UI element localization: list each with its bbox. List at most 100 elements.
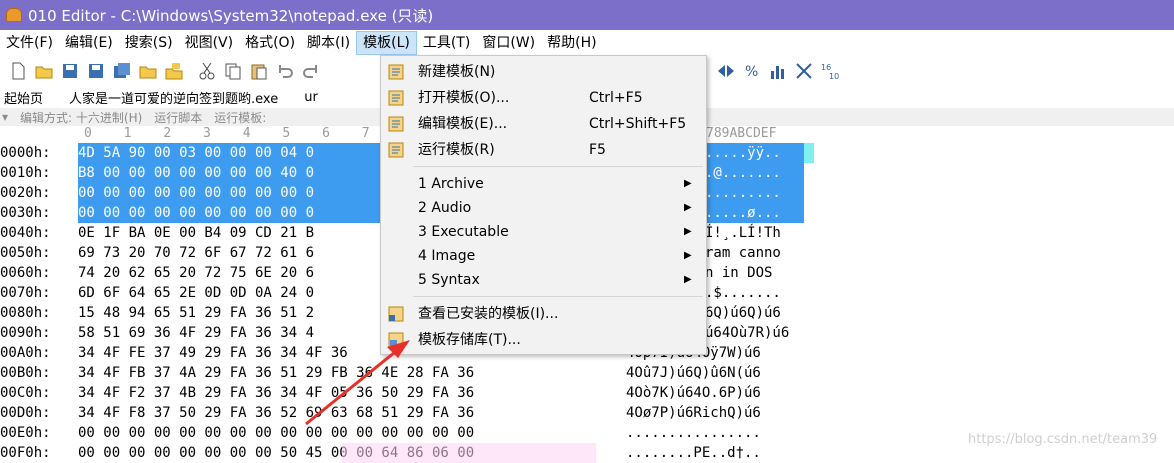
menu-file[interactable]: 文件(F) xyxy=(0,31,59,55)
row-bytes[interactable]: 34 4F F2 37 4B 29 FA 36 34 4F 05 36 50 2… xyxy=(78,383,618,403)
paste-icon[interactable] xyxy=(249,61,269,81)
tab-third[interactable]: ur xyxy=(300,90,322,105)
menu-separator xyxy=(413,296,703,297)
row-ascii[interactable]: .$....... xyxy=(705,283,885,303)
row-address: 00C0h: xyxy=(0,385,51,401)
row-ascii[interactable]: ........PE..d†.. xyxy=(626,443,806,463)
menu-item-installed-templates[interactable]: 查看已安装的模板(I)... xyxy=(381,302,706,326)
row-bytes[interactable]: 00 00 00 00 00 00 00 00 00 0 xyxy=(78,183,384,203)
workspace-icon[interactable] xyxy=(164,61,184,81)
copy-icon[interactable] xyxy=(223,61,243,81)
menu-item-image[interactable]: 4 Image ▶ xyxy=(381,244,706,268)
row-ascii[interactable]: 4Oû7J)ú6Q)û6N(ú6 xyxy=(626,363,806,383)
row-address: 00F0h: xyxy=(0,445,51,461)
row-bytes[interactable]: 00 00 00 00 00 00 00 00 00 0 xyxy=(78,203,384,223)
hex-row: 00B0h: 34 4F FB 37 4A 29 FA 36 51 29 FB … xyxy=(0,363,1174,383)
compare-icon[interactable] xyxy=(716,61,736,81)
menu-item-archive[interactable]: 1 Archive ▶ xyxy=(381,172,706,196)
menu-item-label: 模板存储库(T)... xyxy=(418,332,521,348)
edit-mode-selector[interactable]: 编辑方式: 十六进制(H) xyxy=(20,109,142,126)
menu-view[interactable]: 视图(V) xyxy=(179,31,240,55)
menu-item-label: 打开模板(O)... xyxy=(418,90,510,106)
base-convert-icon[interactable]: 16 10 xyxy=(820,61,840,81)
open-file-icon[interactable] xyxy=(34,61,54,81)
menu-item-shortcut: Ctrl+Shift+F5 xyxy=(589,116,687,132)
run-template-button[interactable]: 运行模板: xyxy=(214,109,266,126)
template-icon xyxy=(387,141,405,159)
row-bytes[interactable]: B8 00 00 00 00 00 00 00 40 0 xyxy=(78,163,384,183)
template-icon xyxy=(387,115,405,133)
row-ascii[interactable]: ................ xyxy=(626,423,806,443)
row-address: 0040h: xyxy=(0,225,51,241)
row-ascii[interactable]: .....ÿÿ.. xyxy=(705,143,804,163)
save-as-icon[interactable] xyxy=(86,61,106,81)
row-address: 00D0h: xyxy=(0,405,51,421)
row-ascii[interactable]: n in DOS xyxy=(705,263,885,283)
histogram-icon[interactable] xyxy=(768,61,788,81)
row-address: 0030h: xyxy=(0,205,51,221)
menu-format[interactable]: 格式(O) xyxy=(239,31,301,55)
menu-item-audio[interactable]: 2 Audio ▶ xyxy=(381,196,706,220)
row-ascii[interactable]: 4Oø7P)ú6RichQ)ú6 xyxy=(626,403,806,423)
menu-window[interactable]: 窗口(W) xyxy=(476,31,541,55)
cut-icon[interactable] xyxy=(197,61,217,81)
menu-item-open-template[interactable]: 打开模板(O)... Ctrl+F5 xyxy=(381,86,706,110)
row-bytes[interactable]: 00 00 00 00 00 00 00 00 00 00 00 00 00 0… xyxy=(78,423,618,443)
title-bar: 010 Editor - C:\Windows\System32\notepad… xyxy=(0,0,1174,30)
menu-templates[interactable]: 模板(L) xyxy=(356,31,417,55)
row-address: 0010h: xyxy=(0,165,51,181)
menu-item-run-template[interactable]: 运行模板(R) F5 xyxy=(381,138,706,162)
folder-icon[interactable] xyxy=(138,61,158,81)
submenu-arrow-icon: ▶ xyxy=(684,226,692,237)
run-script-button[interactable]: 运行脚本 xyxy=(154,109,202,126)
menu-tools[interactable]: 工具(T) xyxy=(417,31,476,55)
save-all-icon[interactable] xyxy=(112,61,132,81)
row-ascii[interactable]: ú64Où7R)ú6 xyxy=(705,323,885,343)
menu-separator xyxy=(413,166,703,167)
row-ascii[interactable]: ram canno xyxy=(705,243,885,263)
row-ascii[interactable]: Í!¸.LÍ!Th xyxy=(705,223,885,243)
menu-search[interactable]: 搜索(S) xyxy=(119,31,179,55)
row-ascii[interactable]: .@....... xyxy=(705,163,804,183)
templates-menu: 新建模板(N) 打开模板(O)... Ctrl+F5 编辑模板(E)... Ct… xyxy=(380,55,707,355)
checksum-icon[interactable] xyxy=(794,61,814,81)
row-ascii[interactable]: ......... xyxy=(705,183,804,203)
save-icon[interactable] xyxy=(60,61,80,81)
redo-icon[interactable] xyxy=(301,61,321,81)
row-address: 0080h: xyxy=(0,305,51,321)
template-icon xyxy=(387,89,405,107)
row-address: 0060h: xyxy=(0,265,51,281)
menu-item-template-repository[interactable]: 模板存储库(T)... xyxy=(381,328,706,352)
new-file-icon[interactable] xyxy=(8,61,28,81)
menu-item-label: 5 Syntax xyxy=(418,272,480,288)
menu-item-label: 4 Image xyxy=(418,248,476,264)
submenu-arrow-icon: ▶ xyxy=(684,202,692,213)
column-header-right: 789ABCDEF xyxy=(706,126,777,141)
template-icon xyxy=(387,63,405,81)
tab-exe-file[interactable]: 人家是一道可爱的逆向签到题哟.exe xyxy=(65,88,282,107)
menu-help[interactable]: 帮助(H) xyxy=(541,31,602,55)
repository-icon xyxy=(387,331,405,349)
row-ascii[interactable]: 4Oò7K)ú64O.6P)ú6 xyxy=(626,383,806,403)
menu-item-executable[interactable]: 3 Executable ▶ xyxy=(381,220,706,244)
tab-start-page[interactable]: 起始页 xyxy=(0,88,47,107)
row-bytes[interactable]: 34 4F FB 37 4A 29 FA 36 51 29 FB 36 4E 2… xyxy=(78,363,618,383)
undo-icon[interactable] xyxy=(275,61,295,81)
row-bytes[interactable]: 4D 5A 90 00 03 00 00 00 04 0 xyxy=(78,143,384,163)
menu-edit[interactable]: 编辑(E) xyxy=(59,31,119,55)
menu-item-label: 查看已安装的模板(I)... xyxy=(418,306,559,322)
percent-icon[interactable]: % xyxy=(742,61,762,81)
watermark: https://blog.csdn.net/team39 xyxy=(968,432,1158,447)
row-ascii[interactable]: .....ø... xyxy=(705,203,804,223)
menu-item-syntax[interactable]: 5 Syntax ▶ xyxy=(381,268,706,292)
menu-item-new-template[interactable]: 新建模板(N) xyxy=(381,60,706,84)
row-bytes[interactable]: 34 4F F8 37 50 29 FA 36 52 69 63 68 51 2… xyxy=(78,403,618,423)
menu-bar: 文件(F) 编辑(E) 搜索(S) 视图(V) 格式(O) 脚本(I) 模板(L… xyxy=(0,30,1174,56)
menu-item-edit-template[interactable]: 编辑模板(E)... Ctrl+Shift+F5 xyxy=(381,112,706,136)
submenu-arrow-icon: ▶ xyxy=(684,250,692,261)
hex-row: 00C0h: 34 4F F2 37 4B 29 FA 36 34 4F 05 … xyxy=(0,383,1174,403)
row-ascii[interactable]: 6Q)ú6Q)ú6 xyxy=(705,303,885,323)
submenu-arrow-icon: ▶ xyxy=(684,274,692,285)
cursor-marker xyxy=(804,143,814,163)
menu-script[interactable]: 脚本(I) xyxy=(301,31,356,55)
